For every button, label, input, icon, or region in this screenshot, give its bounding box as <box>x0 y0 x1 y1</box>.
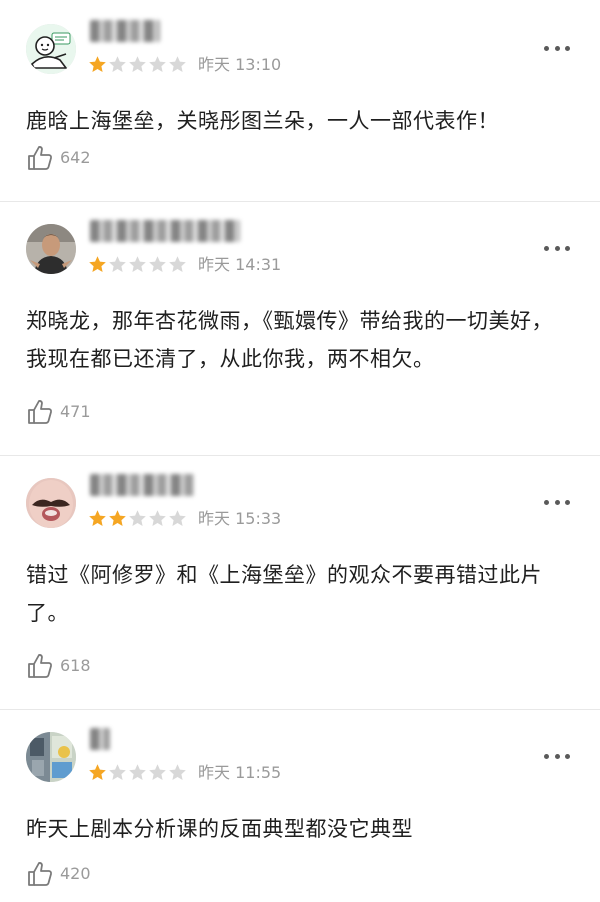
username-blurred[interactable] <box>90 220 240 242</box>
more-options-icon[interactable] <box>544 752 570 760</box>
review-header: 昨天 11:55 <box>26 728 574 786</box>
person-photo-avatar-icon[interactable] <box>26 224 76 274</box>
like-count: 642 <box>60 148 91 167</box>
more-options-icon[interactable] <box>544 244 570 252</box>
star-filled-icon <box>109 510 126 526</box>
thumbs-up-icon <box>26 398 54 426</box>
mustache-face-avatar-icon[interactable] <box>26 478 76 528</box>
review-header: 昨天 14:31 <box>26 220 574 278</box>
star-empty-icon <box>109 764 126 780</box>
star-empty-icon <box>129 510 146 526</box>
star-empty-icon <box>149 510 166 526</box>
review-header: 昨天 13:10 <box>26 20 574 78</box>
like-button[interactable]: 618 <box>26 652 91 680</box>
username-blurred[interactable] <box>90 474 194 496</box>
star-empty-icon <box>149 256 166 272</box>
star-empty-icon <box>149 764 166 780</box>
star-empty-icon <box>109 56 126 72</box>
thumbs-up-icon <box>26 860 54 888</box>
review-time: 昨天 13:10 <box>198 55 282 74</box>
more-options-icon[interactable] <box>544 44 570 52</box>
username-blurred[interactable] <box>90 20 160 42</box>
star-empty-icon <box>169 56 186 72</box>
like-count: 420 <box>60 864 91 883</box>
like-button[interactable]: 471 <box>26 398 91 426</box>
rating-stars <box>88 509 187 529</box>
cartoon-avatar-icon[interactable] <box>26 24 76 74</box>
star-empty-icon <box>169 256 186 272</box>
review-list: 昨天 13:10 鹿晗上海堡垒，关晓彤图兰朵，一人一部代表作！ 642 昨天 1… <box>0 0 600 902</box>
rating-stars <box>88 55 187 75</box>
username-blurred[interactable] <box>90 728 110 750</box>
review-item: 昨天 11:55 昨天上剧本分析课的反面典型都没它典型 420 <box>0 710 600 902</box>
star-empty-icon <box>129 56 146 72</box>
thumbs-up-icon <box>26 144 54 172</box>
review-time: 昨天 14:31 <box>198 255 282 274</box>
star-empty-icon <box>149 56 166 72</box>
more-options-icon[interactable] <box>544 498 570 506</box>
star-filled-icon <box>89 764 106 780</box>
like-count: 618 <box>60 656 91 675</box>
like-button[interactable]: 642 <box>26 144 91 172</box>
review-item: 昨天 14:31 郑晓龙，那年杏花微雨，《甄嬛传》带给我的一切美好，我现在都已还… <box>0 202 600 456</box>
star-filled-icon <box>89 510 106 526</box>
review-item: 昨天 13:10 鹿晗上海堡垒，关晓彤图兰朵，一人一部代表作！ 642 <box>0 0 600 202</box>
review-item: 昨天 15:33 错过《阿修罗》和《上海堡垒》的观众不要再错过此片了。 618 <box>0 456 600 710</box>
review-content: 错过《阿修罗》和《上海堡垒》的观众不要再错过此片了。 <box>26 563 542 625</box>
like-button[interactable]: 420 <box>26 860 91 888</box>
star-empty-icon <box>109 256 126 272</box>
star-filled-icon <box>89 256 106 272</box>
review-content: 昨天上剧本分析课的反面典型都没它典型 <box>26 817 413 841</box>
star-empty-icon <box>129 256 146 272</box>
collage-avatar-icon[interactable] <box>26 732 76 782</box>
rating-stars <box>88 255 187 275</box>
review-content: 郑晓龙，那年杏花微雨，《甄嬛传》带给我的一切美好，我现在都已还清了，从此你我，两… <box>26 309 553 371</box>
review-header: 昨天 15:33 <box>26 474 574 532</box>
review-content: 鹿晗上海堡垒，关晓彤图兰朵，一人一部代表作！ <box>26 109 499 133</box>
thumbs-up-icon <box>26 652 54 680</box>
star-empty-icon <box>129 764 146 780</box>
star-filled-icon <box>89 56 106 72</box>
rating-stars <box>88 763 187 783</box>
review-time: 昨天 11:55 <box>198 763 282 782</box>
like-count: 471 <box>60 402 91 421</box>
star-empty-icon <box>169 764 186 780</box>
star-empty-icon <box>169 510 186 526</box>
review-time: 昨天 15:33 <box>198 509 282 528</box>
